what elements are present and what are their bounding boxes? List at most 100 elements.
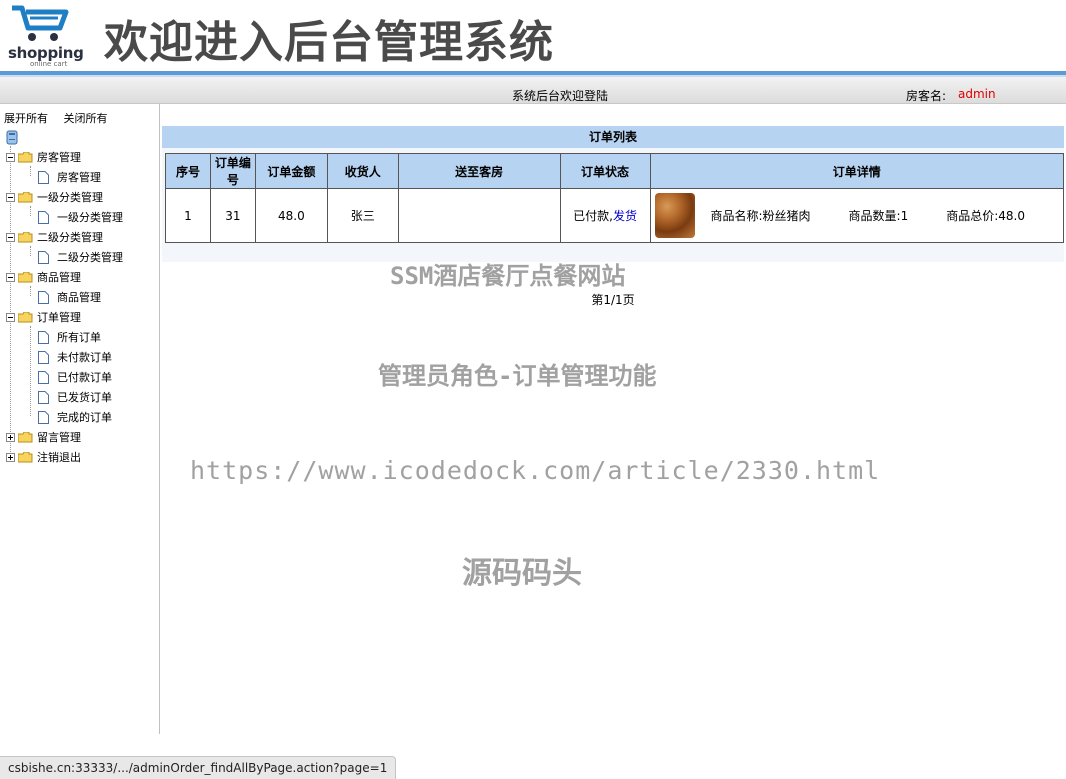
sidebar-tree: 展开所有 关闭所有 房客管理 房客管理 一级分类管理 一级分类管理 二级分类管理… [0,104,160,734]
sidebar-item-unpaid-orders[interactable]: 未付款订单 [38,347,112,367]
cell-status: 已付款,发货 [559,188,651,243]
tree-group-label: 二级分类管理 [37,231,103,244]
cell-index: 1 [165,188,211,243]
main-content: 订单列表 序号 订单编号 订单金额 收货人 送至客房 订单状态 订单详情 1 3… [161,104,1066,734]
column-header-amount: 订单金额 [254,153,328,189]
column-header-receiver: 收货人 [326,153,399,189]
column-header-room: 送至客房 [397,153,561,189]
tree-line [30,206,31,216]
cart-logo-icon [12,5,69,41]
watermark-url: https://www.icodedock.com/article/2330.h… [190,456,881,485]
order-detail: 商品名称:粉丝猪肉 商品数量:1 商品总价:48.0 [651,189,1064,242]
tree-actions: 展开所有 关闭所有 [4,110,120,126]
tree-item-label: 未付款订单 [57,351,112,364]
expand-all-link[interactable]: 展开所有 [4,112,48,125]
cell-receiver: 张三 [326,188,399,243]
page-icon [38,250,49,264]
tree-line [30,166,31,176]
tree-group-label: 房客管理 [37,151,81,164]
expand-toggle[interactable] [6,452,15,462]
user-name: admin [958,87,996,101]
tree-group-label: 注销退出 [37,451,81,464]
sidebar-item-shipped-orders[interactable]: 已发货订单 [38,387,112,407]
detail-total: 商品总价:48.0 [946,209,1025,223]
page-icon [38,370,49,384]
tree-group-order[interactable]: 订单管理 [6,307,81,327]
tree-item-label: 已付款订单 [57,371,112,384]
watermark-site-name: SSM酒店餐厅点餐网站 [390,262,626,290]
collapse-toggle[interactable] [6,152,15,162]
status-text: 已付款, [573,209,613,223]
sidebar-item-all-orders[interactable]: 所有订单 [38,327,101,347]
folder-open-icon [17,271,33,283]
tree-item-label: 完成的订单 [57,411,112,424]
column-header-status: 订单状态 [559,153,651,189]
cell-room [397,188,561,243]
shopping-logo: shopping online cart [6,4,84,68]
order-list-title: 订单列表 [162,126,1064,148]
order-list-panel: 序号 订单编号 订单金额 收货人 送至客房 订单状态 订单详情 1 31 48.… [162,148,1064,307]
folder-open-icon [17,311,33,323]
collapse-all-link[interactable]: 关闭所有 [64,112,108,125]
collapse-toggle[interactable] [6,272,15,282]
sidebar-item-completed-orders[interactable]: 完成的订单 [38,407,112,427]
table-row: 1 31 48.0 张三 已付款,发货 商品名称:粉丝猪肉 商品数量:1 商品总… [165,188,1064,243]
tree-line [30,286,31,296]
cell-detail: 商品名称:粉丝猪肉 商品数量:1 商品总价:48.0 [649,188,1064,243]
collapse-toggle[interactable] [6,312,15,322]
tree-item-label: 所有订单 [57,331,101,344]
user-label: 房客名: [906,89,947,103]
table-header-row: 序号 订单编号 订单金额 收货人 送至客房 订单状态 订单详情 [165,153,1064,189]
tree-group-label: 留言管理 [37,431,81,444]
page-icon [38,390,49,404]
column-header-order-no: 订单编号 [209,153,256,189]
tree-group-product[interactable]: 商品管理 [6,267,81,287]
folder-open-icon [17,151,33,163]
header: shopping online cart 欢迎进入后台管理系统 [0,0,1066,72]
tree-item-label: 二级分类管理 [57,251,123,264]
tree-group-label: 订单管理 [37,311,81,324]
detail-product-name: 商品名称:粉丝猪肉 [710,209,811,223]
tree-group-category1[interactable]: 一级分类管理 [6,187,103,207]
collapse-toggle[interactable] [6,232,15,242]
tree-line [30,326,31,416]
cell-amount: 48.0 [254,188,328,243]
folder-open-icon [17,231,33,243]
column-header-index: 序号 [165,153,211,189]
tree-group-guest[interactable]: 房客管理 [6,147,81,167]
page-icon [38,170,49,184]
tree-group-message[interactable]: 留言管理 [6,427,81,447]
ship-link[interactable]: 发货 [613,209,637,223]
welcome-text: 系统后台欢迎登陆 [512,89,609,103]
browser-status-url: csbishe.cn:33333/.../adminOrder_findAllB… [0,756,397,779]
folder-open-icon [17,191,33,203]
tree-line [30,246,31,256]
detail-quantity: 商品数量:1 [848,209,909,223]
product-thumbnail [654,193,695,238]
orders-table: 序号 订单编号 订单金额 收货人 送至客房 订单状态 订单详情 1 31 48.… [165,153,1064,243]
page-icon [38,210,49,224]
header-title: 欢迎进入后台管理系统 [104,17,554,68]
cell-order-no: 31 [209,188,256,243]
database-icon [6,130,18,148]
tree-item-label: 房客管理 [57,171,101,184]
sidebar-item-category1-manage[interactable]: 一级分类管理 [38,207,123,227]
page-icon [38,350,49,364]
expand-toggle[interactable] [6,432,15,442]
sidebar-item-product-manage[interactable]: 商品管理 [38,287,101,307]
collapse-toggle[interactable] [6,192,15,202]
tree-group-logout[interactable]: 注销退出 [6,447,81,467]
sidebar-item-category2-manage[interactable]: 二级分类管理 [38,247,123,267]
folder-closed-icon [17,431,33,443]
watermark-brand: 源码码头 [462,556,582,591]
tree-group-label: 商品管理 [37,271,81,284]
sidebar-item-guest-manage[interactable]: 房客管理 [38,167,101,187]
tree-item-label: 商品管理 [57,291,101,304]
logo-subtitle: online cart [30,60,68,68]
tree-group-category2[interactable]: 二级分类管理 [6,227,103,247]
page-icon [38,410,49,424]
page-icon [38,290,49,304]
sidebar-item-paid-orders[interactable]: 已付款订单 [38,367,112,387]
page-icon [38,330,49,344]
folder-closed-icon [17,451,33,463]
